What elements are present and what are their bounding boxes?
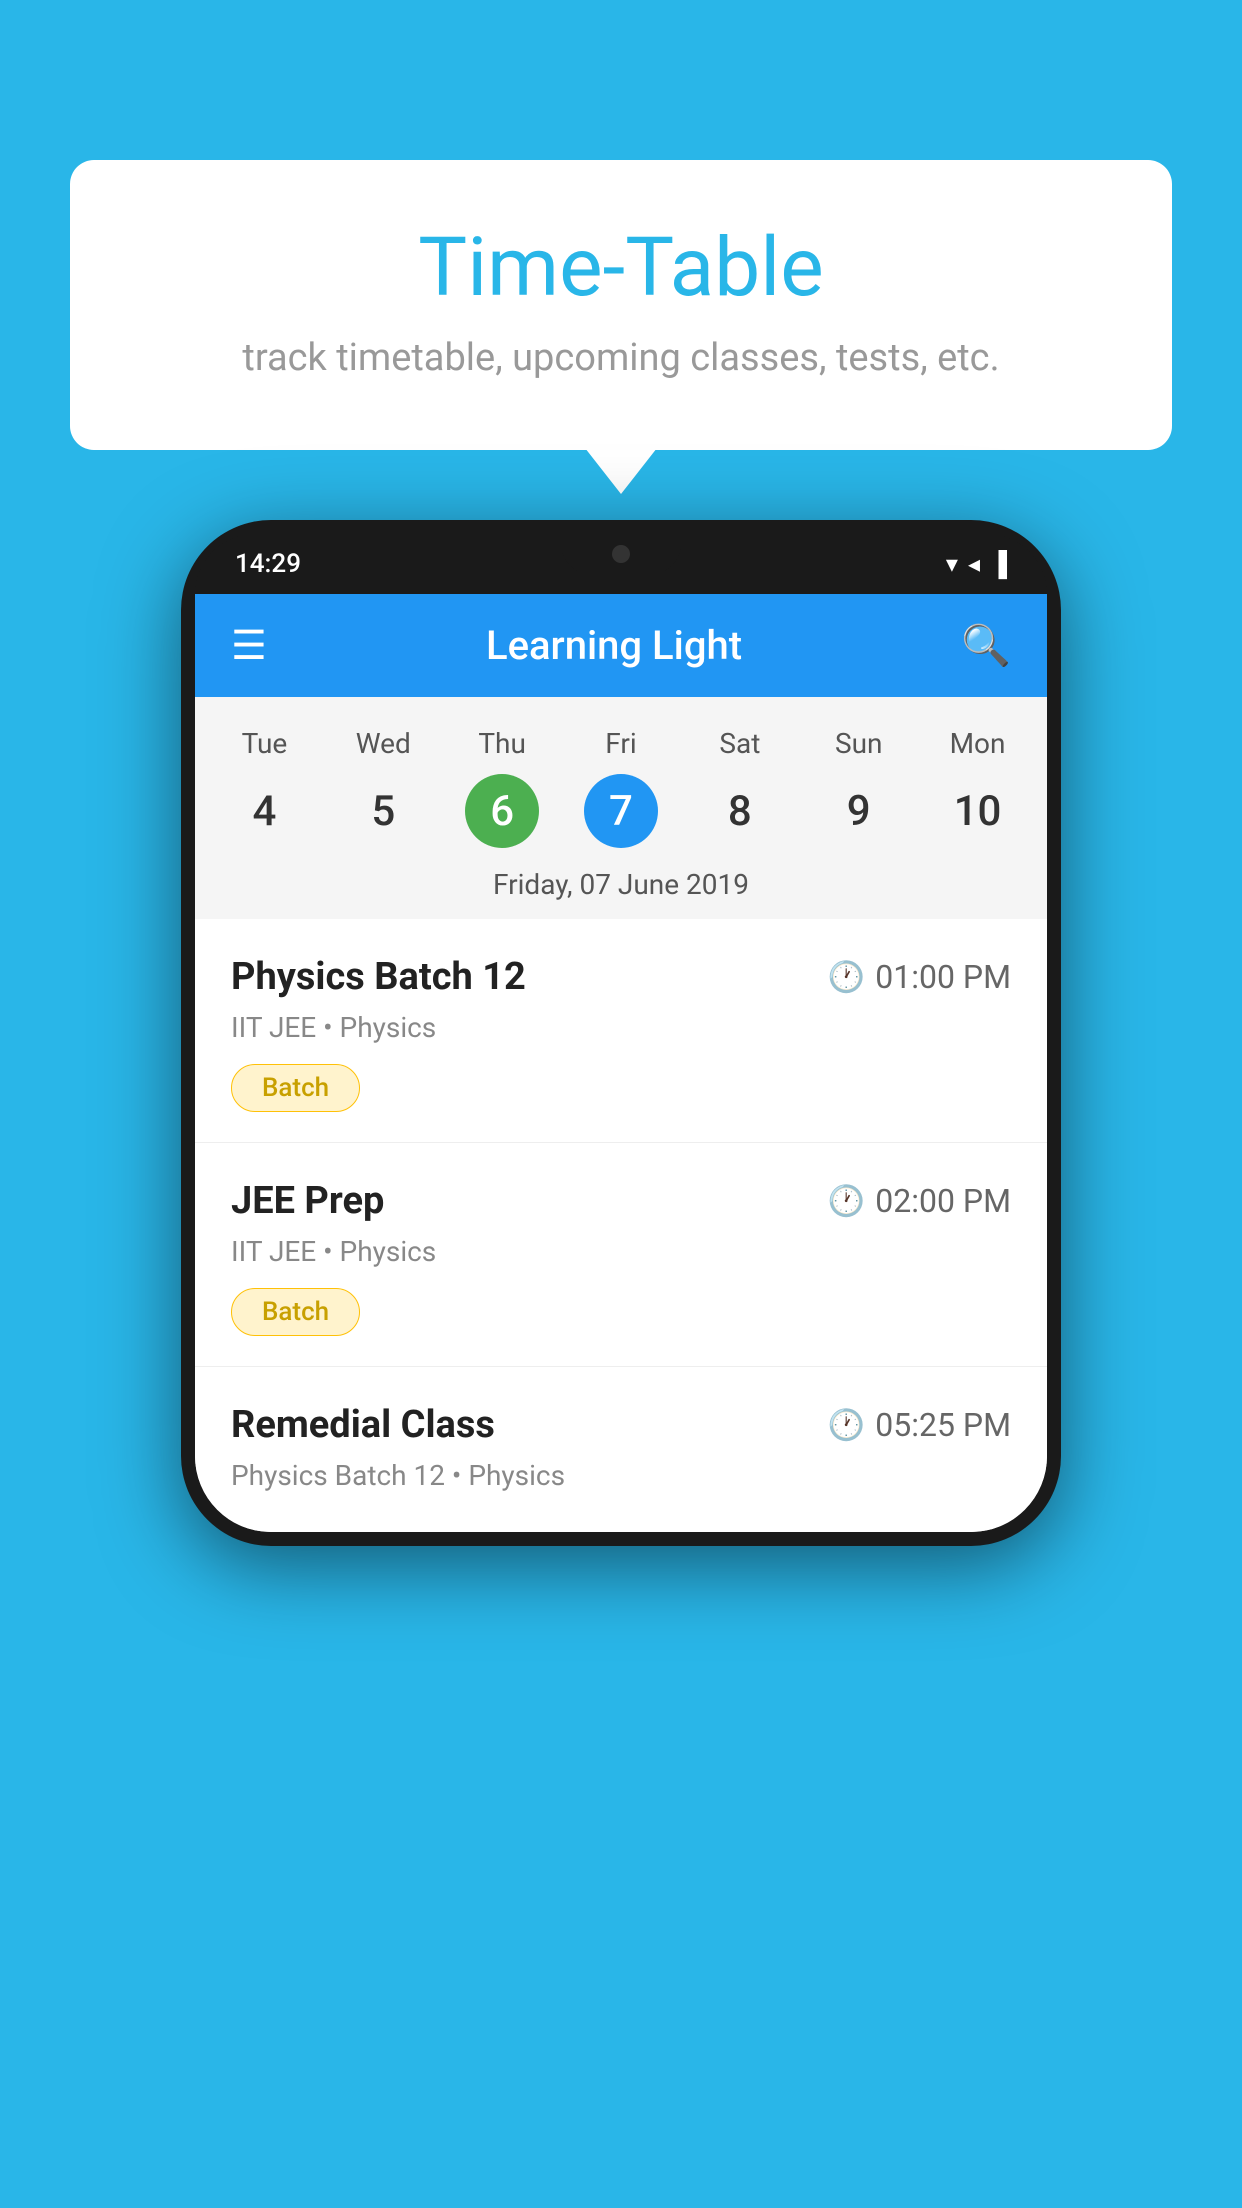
- day-wed[interactable]: Wed: [324, 717, 443, 770]
- class-time-2: 🕐 02:00 PM: [828, 1182, 1011, 1220]
- day-tue[interactable]: Tue: [205, 717, 324, 770]
- class-item-2[interactable]: JEE Prep 🕐 02:00 PM IIT JEE • Physics Ba…: [195, 1143, 1047, 1367]
- date-4[interactable]: 4: [205, 770, 324, 852]
- class-item-3[interactable]: Remedial Class 🕐 05:25 PM Physics Batch …: [195, 1367, 1047, 1532]
- class-item-2-header: JEE Prep 🕐 02:00 PM: [231, 1179, 1011, 1223]
- date-7-selected[interactable]: 7: [584, 774, 658, 848]
- class-item-3-header: Remedial Class 🕐 05:25 PM: [231, 1403, 1011, 1447]
- menu-icon[interactable]: ☰: [231, 622, 267, 669]
- clock-icon-3: 🕐: [828, 1408, 865, 1443]
- day-sun[interactable]: Sun: [799, 717, 918, 770]
- batch-tag-1: Batch: [231, 1064, 360, 1112]
- tooltip-title: Time-Table: [120, 220, 1122, 316]
- days-numbers: 4 5 6 7 8 9 10: [195, 770, 1047, 852]
- class-list: Physics Batch 12 🕐 01:00 PM IIT JEE • Ph…: [195, 919, 1047, 1532]
- date-5[interactable]: 5: [324, 770, 443, 852]
- clock-icon-1: 🕐: [828, 960, 865, 995]
- class-time-3: 🕐 05:25 PM: [828, 1406, 1011, 1444]
- date-8[interactable]: 8: [680, 770, 799, 852]
- days-header: Tue Wed Thu Fri Sat Sun Mon: [195, 717, 1047, 770]
- calendar-strip: Tue Wed Thu Fri Sat Sun Mon 4 5 6 7 8 9 …: [195, 697, 1047, 919]
- date-6-today[interactable]: 6: [465, 774, 539, 848]
- class-item-1[interactable]: Physics Batch 12 🕐 01:00 PM IIT JEE • Ph…: [195, 919, 1047, 1143]
- class-time-1: 🕐 01:00 PM: [828, 958, 1011, 996]
- battery-icon: ▐: [990, 550, 1007, 579]
- status-bar: 14:29 ▾ ◂ ▐: [195, 534, 1047, 594]
- camera-dot: [612, 545, 630, 563]
- class-name-3: Remedial Class: [231, 1403, 495, 1447]
- class-meta-1: IIT JEE • Physics: [231, 1011, 1011, 1044]
- day-sat[interactable]: Sat: [680, 717, 799, 770]
- date-10[interactable]: 10: [918, 770, 1037, 852]
- search-icon[interactable]: 🔍: [961, 622, 1011, 669]
- phone-frame: 14:29 ▾ ◂ ▐ ☰ Learning Light 🔍 Tue: [181, 520, 1061, 1546]
- notch: [561, 534, 681, 574]
- day-thu[interactable]: Thu: [443, 717, 562, 770]
- tooltip-subtitle: track timetable, upcoming classes, tests…: [120, 336, 1122, 380]
- date-9[interactable]: 9: [799, 770, 918, 852]
- status-time: 14:29: [235, 549, 301, 579]
- day-mon[interactable]: Mon: [918, 717, 1037, 770]
- day-fri[interactable]: Fri: [562, 717, 681, 770]
- status-icons: ▾ ◂ ▐: [946, 550, 1007, 579]
- class-name-1: Physics Batch 12: [231, 955, 526, 999]
- app-title: Learning Light: [486, 622, 742, 669]
- selected-date-label: Friday, 07 June 2019: [195, 852, 1047, 919]
- clock-icon-2: 🕐: [828, 1184, 865, 1219]
- batch-tag-2: Batch: [231, 1288, 360, 1336]
- wifi-icon: ▾: [946, 550, 958, 578]
- app-bar: ☰ Learning Light 🔍: [195, 594, 1047, 697]
- signal-icon: ◂: [968, 550, 980, 578]
- class-item-1-header: Physics Batch 12 🕐 01:00 PM: [231, 955, 1011, 999]
- phone-wrapper: 14:29 ▾ ◂ ▐ ☰ Learning Light 🔍 Tue: [181, 520, 1061, 1546]
- class-meta-2: IIT JEE • Physics: [231, 1235, 1011, 1268]
- phone-screen: ☰ Learning Light 🔍 Tue Wed Thu Fri Sat S…: [195, 594, 1047, 1532]
- tooltip-card: Time-Table track timetable, upcoming cla…: [70, 160, 1172, 450]
- class-name-2: JEE Prep: [231, 1179, 384, 1223]
- class-meta-3: Physics Batch 12 • Physics: [231, 1459, 1011, 1492]
